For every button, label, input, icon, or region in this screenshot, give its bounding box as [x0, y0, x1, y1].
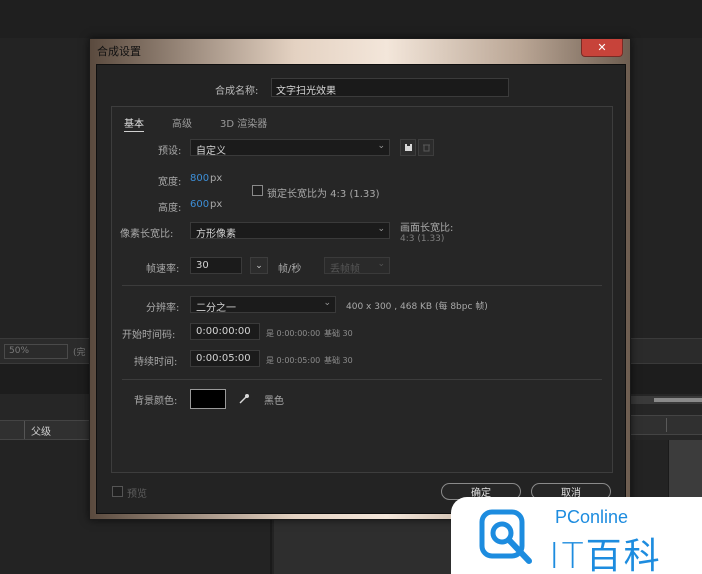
divider [122, 379, 602, 380]
width-value[interactable]: 800 [190, 173, 209, 184]
tab-basic[interactable]: 基本 [124, 115, 144, 132]
pixel-aspect-select[interactable]: 方形像素 ⌄ [190, 222, 390, 240]
lock-aspect-label: 锁定长宽比为 4:3 (1.33) [267, 189, 380, 200]
background-right-panel [630, 38, 702, 338]
height-unit: px [210, 199, 223, 210]
chevron-down-icon: ⌄ [255, 260, 263, 271]
timeline-top [0, 364, 90, 394]
height-label: 高度: [158, 203, 182, 214]
delete-preset-button[interactable] [418, 139, 434, 156]
pconline-logo-icon [479, 509, 532, 564]
trash-icon [422, 144, 430, 152]
preview-checkbox[interactable] [112, 486, 123, 497]
width-label: 宽度: [158, 177, 182, 188]
preset-value: 自定义 [196, 146, 226, 157]
composition-settings-dialog: 合成设置 ✕ 合成名称: 文字扫光效果 基本 高级 3D 渲染器 预设: 自定义… [89, 38, 631, 520]
background-left-panel [0, 38, 90, 338]
drop-frame-select[interactable]: 丢帧帧 ⌄ [324, 257, 390, 275]
eyedropper-button[interactable] [236, 390, 252, 408]
background-color-name: 黑色 [264, 396, 284, 407]
viewer-toolbar: 50% (完 [0, 338, 90, 364]
frame-rate-label: 帧速率: [146, 264, 180, 275]
start-timecode-label: 开始时间码: [122, 330, 176, 341]
viewer-toolbar-right [630, 338, 702, 364]
drop-frame-value: 丢帧帧 [330, 264, 360, 275]
save-icon [404, 144, 412, 151]
timeline-header-row-right [630, 415, 702, 435]
zoom-select[interactable]: 50% [4, 344, 68, 359]
dialog-body: 合成名称: 文字扫光效果 基本 高级 3D 渲染器 预设: 自定义 ⌄ 宽度: … [96, 64, 626, 514]
frame-rate-unit: 帧/秒 [278, 264, 302, 275]
save-preset-button[interactable] [400, 139, 416, 156]
chevron-down-icon: ⌄ [377, 259, 385, 269]
column-separator [666, 418, 667, 432]
height-value[interactable]: 600 [190, 199, 209, 210]
timeline-scroll-bar[interactable] [630, 396, 702, 404]
timeline-divider [270, 520, 272, 574]
dialog-title: 合成设置 [97, 45, 141, 58]
eyedropper-icon [239, 394, 249, 404]
start-timecode-note: 是 0:00:00:00 [266, 329, 321, 338]
start-timecode-input[interactable]: 0:00:00:00 [190, 323, 260, 340]
duration-input[interactable]: 0:00:05:00 [190, 350, 260, 367]
pixel-aspect-value: 方形像素 [196, 229, 236, 240]
background-color-swatch[interactable] [190, 389, 226, 409]
frame-rate-input[interactable]: 30 [190, 257, 242, 274]
tab-advanced[interactable]: 高级 [172, 115, 192, 130]
watermark: PConline IT百科 [451, 497, 702, 574]
watermark-brand: PConline [555, 507, 629, 527]
background-color-label: 背景颜色: [134, 396, 178, 407]
parent-column-header[interactable]: 父级 [24, 421, 57, 439]
frame-aspect-label: 画面长宽比: [400, 223, 454, 234]
resolution-select[interactable]: (完 [73, 345, 86, 358]
preset-label: 预设: [158, 146, 182, 157]
chevron-down-icon: ⌄ [377, 224, 385, 234]
resolution-value: 二分之一 [196, 303, 236, 314]
composition-name-label: 合成名称: [215, 86, 259, 97]
pixel-aspect-label: 像素长宽比: [120, 229, 174, 240]
resolution-info: 400 x 300 , 468 KB (每 8bpc 帧) [346, 302, 488, 312]
close-button[interactable]: ✕ [581, 39, 623, 57]
preview-label: 预览 [127, 489, 147, 500]
chevron-down-icon: ⌄ [377, 141, 385, 151]
width-unit: px [210, 173, 223, 184]
timeline-scroll-thumb[interactable] [654, 398, 702, 402]
watermark-title: IT百科 [549, 536, 662, 574]
timeline-block [274, 520, 464, 574]
settings-panel: 基本 高级 3D 渲染器 预设: 自定义 ⌄ 宽度: 800 px 高度: 60… [111, 106, 613, 473]
start-timecode-base: 基础 30 [324, 329, 353, 338]
frame-aspect-value: 4:3 (1.33) [400, 234, 445, 244]
duration-base: 基础 30 [324, 356, 353, 365]
timeline-top-right [630, 364, 702, 394]
tab-3d-renderer[interactable]: 3D 渲染器 [220, 115, 267, 130]
background-top-area [0, 0, 702, 38]
frame-rate-dropdown-button[interactable]: ⌄ [250, 257, 268, 274]
duration-label: 持续时间: [134, 357, 178, 368]
divider [122, 285, 602, 286]
resolution-label: 分辨率: [146, 303, 180, 314]
chevron-down-icon: ⌄ [323, 298, 331, 308]
lock-aspect-checkbox[interactable] [252, 185, 263, 196]
composition-name-input[interactable]: 文字扫光效果 [271, 78, 509, 97]
duration-note: 是 0:00:05:00 [266, 356, 321, 365]
resolution-select[interactable]: 二分之一 ⌄ [190, 296, 336, 314]
timeline-header-row: 父级 [0, 420, 90, 440]
preset-select[interactable]: 自定义 ⌄ [190, 139, 390, 157]
